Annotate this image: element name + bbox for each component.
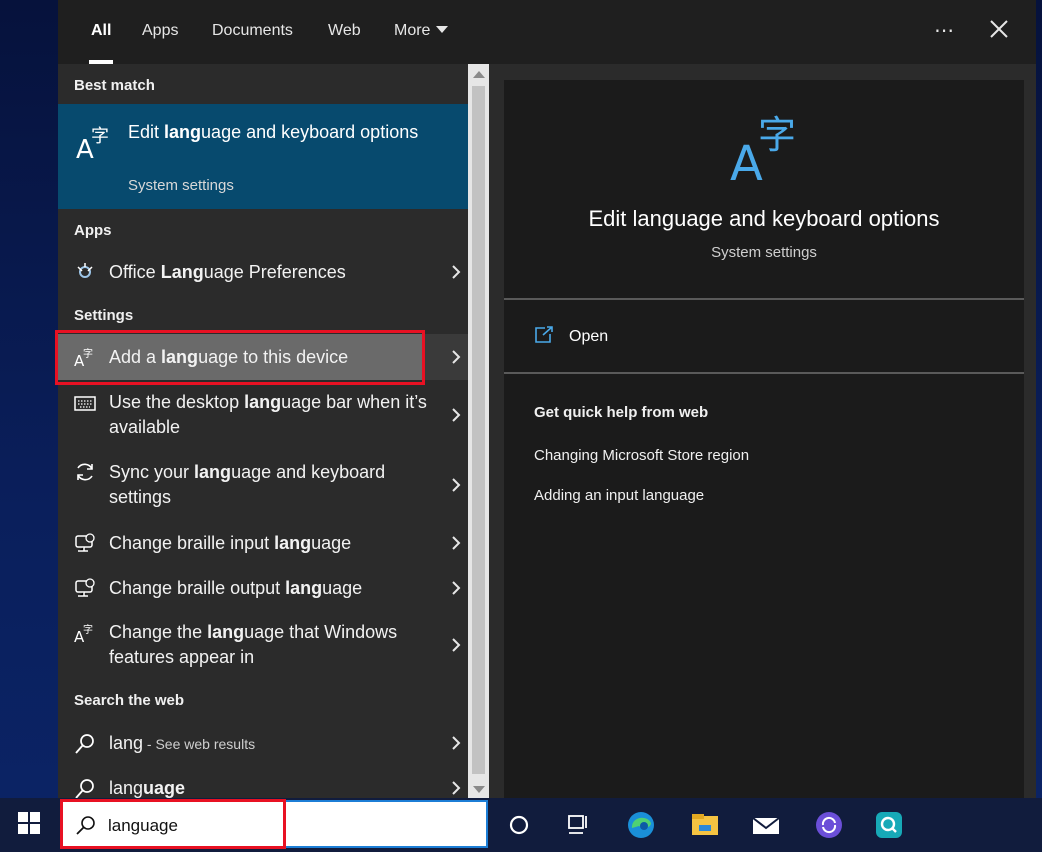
help-link-input-language[interactable]: Adding an input language bbox=[534, 487, 704, 504]
svg-text:字: 字 bbox=[91, 126, 109, 147]
search-panel: All Apps Documents Web More ⋯ Best match… bbox=[55, 0, 1036, 800]
web-result-lang[interactable]: lang - See web results bbox=[58, 729, 488, 759]
chevron-right-icon[interactable] bbox=[450, 535, 462, 551]
results-scrollbar[interactable] bbox=[468, 64, 489, 800]
result-label: Office Language Preferences bbox=[109, 262, 346, 282]
tab-web[interactable]: Web bbox=[328, 0, 361, 64]
tab-more-label: More bbox=[394, 22, 431, 39]
more-options-icon[interactable]: ⋯ bbox=[934, 18, 955, 43]
close-icon[interactable] bbox=[988, 18, 1010, 40]
preview-pane: A 字 Edit language and keyboard options S… bbox=[504, 80, 1024, 800]
svg-text:字: 字 bbox=[83, 623, 93, 636]
best-match-subtitle: System settings bbox=[128, 177, 234, 194]
keyboard-icon bbox=[74, 396, 96, 411]
language-icon: A字 bbox=[74, 623, 93, 644]
language-icon: A 字 bbox=[730, 113, 796, 186]
app-icon-2[interactable] bbox=[874, 810, 904, 840]
tab-documents[interactable]: Documents bbox=[212, 0, 293, 64]
result-label: Change the language that Windows feature… bbox=[109, 622, 398, 667]
result-braille-output[interactable]: Change braille output language bbox=[58, 574, 488, 604]
search-icon bbox=[75, 734, 94, 754]
tab-more[interactable]: More bbox=[394, 0, 449, 64]
app-icon[interactable] bbox=[814, 810, 844, 840]
open-icon bbox=[535, 326, 553, 343]
search-icon bbox=[75, 779, 94, 799]
best-match-item[interactable]: A 字 Edit language and keyboard options S… bbox=[58, 104, 468, 209]
best-match-title: Edit language and keyboard options bbox=[128, 122, 419, 142]
chevron-right-icon[interactable] bbox=[450, 580, 462, 596]
chevron-right-icon[interactable] bbox=[450, 637, 462, 653]
mail-icon[interactable] bbox=[751, 810, 781, 840]
help-heading: Get quick help from web bbox=[534, 404, 709, 421]
result-braille-input[interactable]: Change braille input language bbox=[58, 529, 488, 559]
scrollbar-thumb[interactable] bbox=[472, 86, 485, 774]
result-language-bar[interactable]: Use the desktop language bar when it’s a… bbox=[58, 390, 488, 440]
highlight-box bbox=[55, 330, 425, 385]
result-label: lang - See web results bbox=[109, 733, 256, 753]
chevron-right-icon[interactable] bbox=[450, 264, 462, 280]
office-language-icon bbox=[77, 263, 93, 278]
section-heading-best-match: Best match bbox=[74, 77, 155, 94]
file-explorer-icon[interactable] bbox=[690, 810, 720, 840]
tab-apps[interactable]: Apps bbox=[142, 0, 178, 64]
caret-down-icon bbox=[436, 26, 449, 33]
results-list: Best match A 字 Edit language and keyboar… bbox=[55, 64, 468, 800]
preview-title: Edit language and keyboard options bbox=[588, 206, 940, 231]
result-sync-language[interactable]: Sync your language and keyboard settings bbox=[58, 460, 488, 510]
result-label: Change braille input language bbox=[109, 533, 352, 553]
preview-subtitle: System settings bbox=[711, 244, 817, 261]
cortana-icon[interactable] bbox=[504, 810, 534, 840]
taskbar: language bbox=[0, 798, 1042, 852]
edge-icon[interactable] bbox=[626, 810, 656, 840]
search-tabs-bar: All Apps Documents Web More ⋯ bbox=[58, 0, 1036, 64]
braille-icon bbox=[75, 578, 95, 597]
section-heading-apps: Apps bbox=[74, 222, 112, 239]
svg-text:字: 字 bbox=[758, 113, 796, 157]
chevron-right-icon[interactable] bbox=[450, 780, 462, 796]
result-label: Sync your language and keyboard settings bbox=[109, 462, 386, 507]
chevron-right-icon bbox=[452, 350, 461, 364]
sync-icon bbox=[77, 463, 93, 481]
result-label: Change braille output language bbox=[109, 578, 363, 598]
chevron-button[interactable] bbox=[424, 334, 468, 380]
divider bbox=[504, 372, 1024, 374]
chevron-right-icon[interactable] bbox=[450, 735, 462, 751]
result-label: Use the desktop language bar when it’s a… bbox=[109, 392, 427, 437]
help-link-store-region[interactable]: Changing Microsoft Store region bbox=[534, 447, 749, 464]
web-result-language[interactable]: language bbox=[58, 774, 488, 800]
highlight-box bbox=[60, 799, 286, 849]
chevron-right-icon[interactable] bbox=[450, 477, 462, 493]
windows-start-icon[interactable] bbox=[18, 812, 40, 834]
result-windows-display-language[interactable]: A字 Change the language that Windows feat… bbox=[58, 620, 488, 670]
task-view-icon[interactable] bbox=[564, 810, 594, 840]
divider bbox=[504, 298, 1024, 300]
language-icon: A 字 bbox=[76, 126, 109, 162]
scroll-up-arrow-icon[interactable] bbox=[473, 71, 485, 78]
open-label: Open bbox=[569, 328, 609, 345]
section-heading-settings: Settings bbox=[74, 307, 134, 324]
tab-all[interactable]: All bbox=[88, 0, 114, 64]
result-office-language-preferences[interactable]: Office Language Preferences bbox=[58, 257, 488, 287]
section-heading-search-web: Search the web bbox=[74, 692, 185, 709]
result-label: language bbox=[109, 778, 186, 798]
scroll-down-arrow-icon[interactable] bbox=[473, 786, 485, 793]
chevron-right-icon[interactable] bbox=[450, 407, 462, 423]
braille-icon bbox=[75, 533, 95, 552]
